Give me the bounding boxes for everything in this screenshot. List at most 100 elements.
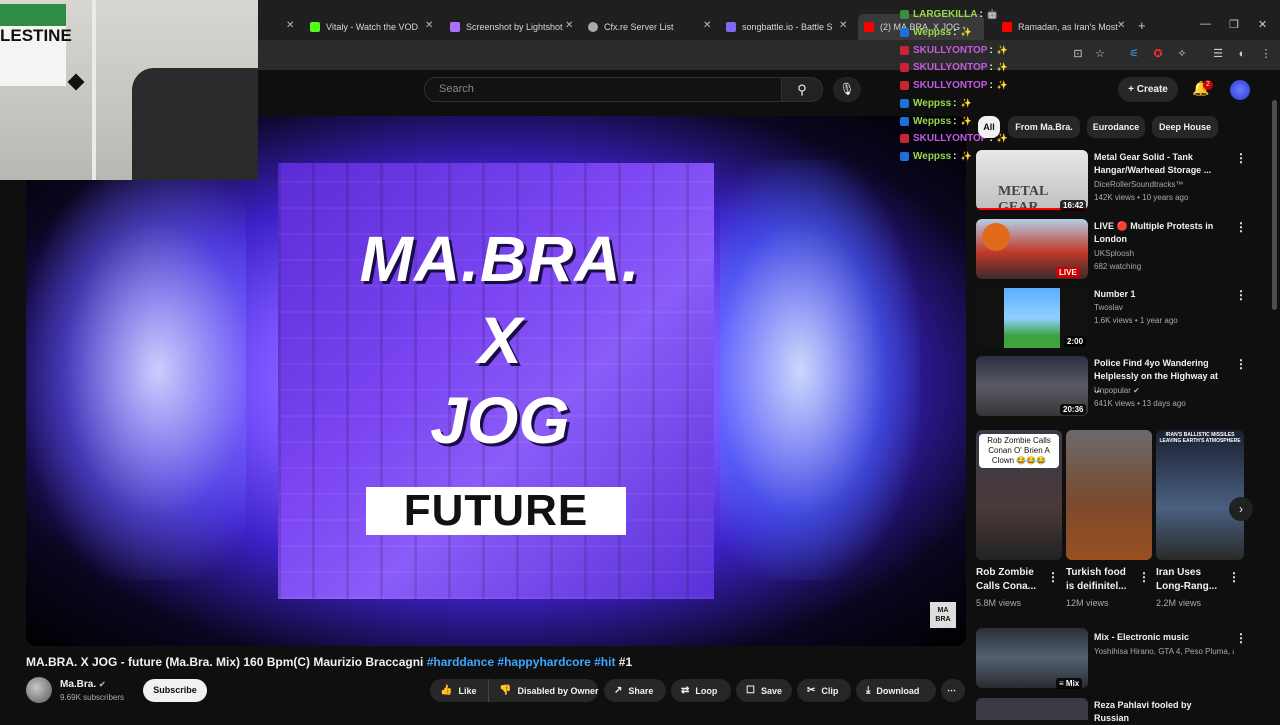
more-options-icon[interactable]: ⋮ [1235, 357, 1247, 371]
close-window-icon[interactable]: ✕ [1258, 18, 1267, 31]
emote-icon: ✨ [996, 62, 1009, 72]
extensions-puzzle-icon[interactable]: ✧ [1176, 48, 1188, 60]
close-tab-icon[interactable]: ✕ [703, 20, 711, 31]
tab-ramadan[interactable]: Ramadan, as Iran's Most I [1002, 16, 1120, 38]
tab-kick[interactable]: Vitaly - Watch the VOD o [310, 16, 420, 38]
short-title[interactable]: Iran Uses Long-Rang... [1156, 566, 1220, 594]
webcam-poster-text: LESTINE [0, 26, 72, 45]
youtube-icon [864, 22, 874, 32]
player-glow [26, 160, 246, 580]
webcam-window-frame [92, 0, 96, 180]
emote-icon: ✨ [996, 80, 1009, 90]
tab-songbattle[interactable]: songbattle.io - Battle Son [726, 16, 832, 38]
video-title[interactable]: Number 1 [1094, 288, 1226, 301]
dislike-button[interactable]: 👎 Disabled by Owner [488, 679, 598, 702]
like-button[interactable]: 👍 Like [430, 679, 488, 702]
share-button[interactable]: ↗ Share [604, 679, 666, 702]
chip-deep-house[interactable]: Deep House [1152, 116, 1218, 138]
short-title[interactable]: Turkish food is deifinitel... [1066, 566, 1130, 594]
short-thumbnail[interactable]: IRAN'S BALLISTIC MISSILES LEAVING EARTH'… [1156, 430, 1244, 560]
short-caption: IRAN'S BALLISTIC MISSILES LEAVING EARTH'… [1159, 432, 1241, 444]
emote-icon: 🤖 [986, 9, 999, 19]
channel-watermark[interactable]: MA BRA [930, 602, 956, 628]
hashtags[interactable]: #harddance #happyhardcore #hit [427, 655, 616, 669]
chip-eurodance[interactable]: Eurodance [1087, 116, 1145, 138]
more-options-icon[interactable]: ⋮ [1047, 570, 1059, 584]
channel-name[interactable]: DiceRollerSoundtracks™ [1094, 180, 1183, 189]
more-actions-button[interactable]: ⋯ [941, 679, 965, 702]
profile-icon[interactable]: ◐ [1236, 48, 1248, 60]
create-button[interactable]: + Create [1118, 77, 1178, 102]
more-options-icon[interactable]: ⋮ [1235, 220, 1247, 234]
save-button[interactable]: ☐ Save [736, 679, 792, 702]
short-thumbnail[interactable]: Rob Zombie Calls Conan O' Brien A Clown … [976, 430, 1062, 560]
close-tab-icon[interactable]: ✕ [286, 20, 294, 31]
playlist-icon: ≡ [1059, 679, 1064, 688]
channel-name[interactable]: Twoslav [1094, 303, 1123, 312]
short-title[interactable]: Rob Zombie Calls Cona... [976, 566, 1040, 594]
globe-icon [588, 22, 598, 32]
bookmark-star-icon[interactable]: ☆ [1094, 48, 1106, 60]
ellipsis-icon: ⋯ [947, 685, 956, 695]
account-avatar[interactable] [1230, 80, 1250, 100]
emote-icon: ✨ [960, 116, 972, 126]
new-tab-button[interactable]: + [1138, 18, 1146, 33]
subscribe-button[interactable]: Subscribe [143, 679, 207, 702]
reading-list-icon[interactable]: ☰ [1212, 48, 1224, 60]
close-tab-icon[interactable]: ✕ [1117, 20, 1125, 31]
extension-icon[interactable]: ✪ [1152, 48, 1164, 60]
video-title[interactable]: LIVE 🔴 Multiple Protests in London [1094, 220, 1226, 246]
close-tab-icon[interactable]: ✕ [425, 20, 433, 31]
loop-button[interactable]: ⇄ Loop [671, 679, 731, 702]
chat-username: SKULLYONTOP [913, 133, 988, 144]
short-thumbnail[interactable] [1066, 430, 1152, 560]
more-options-icon[interactable]: ⋮ [1235, 151, 1247, 165]
cover-subtitle: FUTURE [366, 487, 626, 535]
short-caption: Rob Zombie Calls Conan O' Brien A Clown … [979, 434, 1059, 468]
more-options-icon[interactable]: ⋮ [1228, 570, 1240, 584]
video-meta: 682 watching [1094, 262, 1142, 271]
chip-all[interactable]: All [978, 116, 1000, 138]
chip-from-channel[interactable]: From Ma.Bra. [1008, 116, 1080, 138]
extension-icon[interactable]: ⚟ [1128, 48, 1140, 60]
tab-cfx[interactable]: Cfx.re Server List [588, 16, 698, 38]
voice-search-button[interactable]: 🎙 [833, 77, 861, 102]
chat-separator: : [953, 98, 957, 109]
tab-label: songbattle.io - Battle Son [742, 22, 832, 32]
search-button[interactable]: ⚲ [781, 77, 823, 102]
video-title[interactable]: Metal Gear Solid - Tank Hangar/Warhead S… [1094, 151, 1226, 177]
scrollbar[interactable] [1272, 100, 1277, 310]
channel-name[interactable]: UKSploosh [1094, 249, 1134, 258]
subscriber-count: 9.69K subscribers [60, 693, 125, 702]
channel-name[interactable]: Ma.Bra. ✔ [60, 679, 106, 690]
chat-separator: : [953, 116, 957, 127]
webcam-chair [132, 68, 258, 180]
install-app-icon[interactable]: ⊡ [1072, 48, 1084, 60]
mix-title[interactable]: Mix - Electronic music [1094, 631, 1226, 644]
mix-badge: ≡ Mix [1056, 678, 1083, 689]
more-options-icon[interactable]: ⋮ [1235, 631, 1247, 645]
more-options-icon[interactable]: ⋮ [1138, 570, 1150, 584]
cover-title: JOG [430, 383, 570, 457]
video-thumbnail[interactable] [976, 698, 1088, 720]
menu-icon[interactable]: ⋮ [1260, 48, 1272, 60]
video-title[interactable]: Reza Pahlavi fooled by Russian [1094, 699, 1226, 725]
more-options-icon[interactable]: ⋮ [1235, 288, 1247, 302]
chat-username: LARGEKILLA [913, 9, 978, 20]
maximize-icon[interactable]: ❐ [1229, 18, 1239, 31]
search-input[interactable]: Search [424, 77, 782, 102]
close-tab-icon[interactable]: ✕ [565, 20, 573, 31]
short-views: 12M views [1066, 598, 1109, 608]
minimize-icon[interactable]: — [1200, 18, 1211, 30]
cover-title: MA.BRA. [359, 223, 641, 295]
chevron-right-icon[interactable]: › [1229, 497, 1253, 521]
short-views: 5.8M views [976, 598, 1022, 608]
channel-avatar[interactable] [26, 677, 52, 703]
clip-label: Clip [821, 685, 839, 696]
download-button[interactable]: ⤓ Download [856, 679, 936, 702]
clip-button[interactable]: ✂ Clip [797, 679, 851, 702]
close-tab-icon[interactable]: ✕ [839, 20, 847, 31]
title-text: MA.BRA. X JOG - future (Ma.Bra. Mix) 160… [26, 655, 427, 669]
channel-name[interactable]: Unpopular ✔ [1094, 386, 1140, 395]
tab-lightshot[interactable]: Screenshot by Lightshot [450, 16, 568, 38]
